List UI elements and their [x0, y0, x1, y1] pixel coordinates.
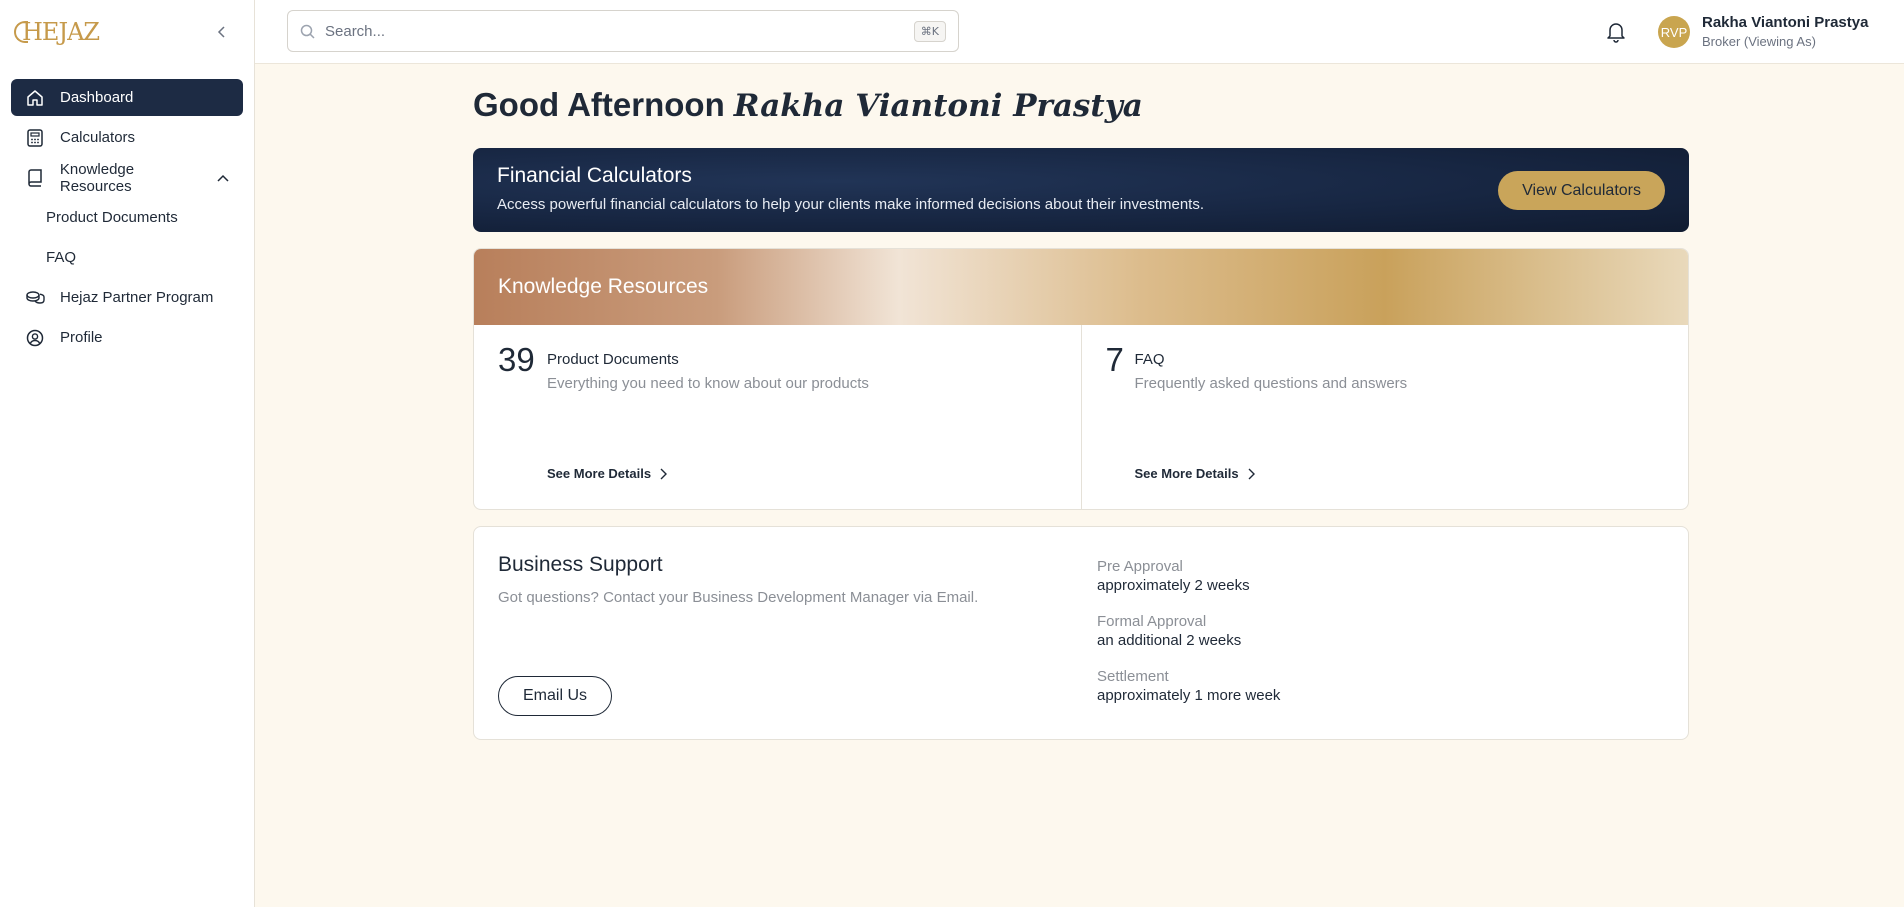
timeline-label: Settlement: [1097, 668, 1169, 685]
product-documents-count: 39: [498, 341, 535, 378]
hejaz-logo[interactable]: HEJAZ: [14, 17, 100, 46]
timeline-label: Pre Approval: [1097, 558, 1183, 575]
timeline-item: Settlement approximately 1 more week: [1097, 667, 1280, 706]
main-content: Good Afternoon Rakha Viantoni Prastya Fi…: [473, 64, 1689, 740]
sidebar-item-label: Dashboard: [60, 89, 134, 106]
sidebar-item-label: Knowledge Resources: [59, 160, 135, 195]
sidebar-item-knowledge-resources[interactable]: Knowledge Resources: [11, 159, 243, 196]
user-circle-icon: [25, 328, 45, 348]
sidebar-item-dashboard[interactable]: Dashboard: [11, 79, 243, 116]
sidebar-item-calculators[interactable]: Calculators: [11, 119, 243, 156]
sidebar-item-label: Hejaz Partner Program: [60, 289, 214, 306]
collapse-sidebar-button[interactable]: [212, 22, 232, 42]
topbar: ⌘K RVP Rakha Viantoni Prastya Broker (Vi…: [255, 0, 1904, 64]
coins-icon: [25, 288, 45, 308]
chevron-up-icon: [217, 174, 229, 182]
search-shortcut-badge: ⌘K: [913, 20, 946, 42]
financial-calculators-card: Financial Calculators Access powerful fi…: [473, 148, 1689, 232]
sidebar: HEJAZ Dashboard Calculators Knowledge Re…: [0, 0, 255, 907]
knowledge-resources-header: Knowledge Resources: [474, 249, 1688, 325]
approval-timeline: Pre Approval approximately 2 weeks Forma…: [1097, 557, 1280, 722]
sidebar-header: HEJAZ: [0, 0, 254, 63]
sidebar-item-product-documents[interactable]: Product Documents: [11, 199, 243, 236]
knowledge-resources-body: 39 Product Documents Everything you need…: [474, 325, 1688, 509]
book-icon: [25, 168, 45, 188]
chevron-left-icon: [217, 25, 225, 38]
see-more-label: See More Details: [547, 466, 652, 481]
chevron-right-icon: [1247, 468, 1255, 480]
product-documents-panel: 39 Product Documents Everything you need…: [474, 325, 1081, 509]
chevron-right-icon: [659, 468, 668, 480]
greeting-prefix: Good Afternoon: [473, 86, 725, 123]
sidebar-item-profile[interactable]: Profile: [11, 319, 243, 356]
user-name[interactable]: Rakha Viantoni Prastya: [1702, 14, 1868, 31]
timeline-value: an additional 2 weeks: [1097, 632, 1242, 649]
faq-count: 7: [1105, 341, 1124, 378]
logo-text: HEJAZ: [22, 17, 100, 46]
email-us-button[interactable]: Email Us: [498, 676, 613, 716]
financial-calculators-title: Financial Calculators: [497, 164, 692, 187]
business-support-description: Got questions? Contact your Business Dev…: [498, 589, 979, 606]
view-calculators-button[interactable]: View Calculators: [1498, 171, 1665, 210]
timeline-item: Pre Approval approximately 2 weeks: [1097, 557, 1280, 596]
timeline-value: approximately 2 weeks: [1097, 577, 1250, 594]
sidebar-item-label: Profile: [60, 329, 103, 346]
faq-panel: 7 FAQ Frequently asked questions and ans…: [1080, 325, 1689, 509]
see-more-label: See More Details: [1134, 466, 1239, 481]
timeline-value: approximately 1 more week: [1097, 687, 1281, 704]
financial-calculators-description: Access powerful financial calculators to…: [497, 196, 1205, 213]
timeline-label: Formal Approval: [1097, 613, 1207, 630]
sidebar-nav: Dashboard Calculators Knowledge Resource…: [0, 63, 254, 375]
product-documents-description: Everything you need to know about our pr…: [547, 375, 869, 392]
business-support-title: Business Support: [498, 553, 663, 576]
search-box[interactable]: ⌘K: [287, 10, 959, 52]
faq-description: Frequently asked questions and answers: [1134, 375, 1408, 392]
knowledge-resources-card: Knowledge Resources 39 Product Documents…: [473, 248, 1689, 510]
greeting-name: Rakha Viantoni Prastya: [733, 88, 1143, 124]
page-greeting: Good Afternoon Rakha Viantoni Prastya: [473, 86, 1689, 124]
knowledge-resources-title: Knowledge Resources: [498, 275, 709, 298]
timeline-item: Formal Approval an additional 2 weeks: [1097, 612, 1280, 651]
notification-bell-icon[interactable]: [1606, 21, 1628, 43]
sidebar-item-faq[interactable]: FAQ: [11, 239, 243, 276]
sidebar-item-label: Product Documents: [46, 209, 178, 226]
sidebar-item-label: FAQ: [46, 249, 77, 266]
sidebar-item-label: Calculators: [60, 129, 136, 146]
search-icon: [300, 24, 315, 39]
faq-see-more-link[interactable]: See More Details: [1135, 466, 1255, 481]
product-documents-see-more-link[interactable]: See More Details: [547, 466, 668, 481]
avatar[interactable]: RVP: [1658, 16, 1690, 48]
calculator-icon: [25, 128, 45, 148]
sidebar-item-hejaz-partner-program[interactable]: Hejaz Partner Program: [11, 279, 243, 316]
faq-label: FAQ: [1134, 351, 1165, 368]
search-input[interactable]: [325, 22, 914, 40]
user-role: Broker (Viewing As): [1702, 34, 1816, 49]
product-documents-label: Product Documents: [547, 351, 679, 368]
business-support-card: Business Support Got questions? Contact …: [473, 526, 1689, 740]
home-icon: [25, 88, 45, 108]
